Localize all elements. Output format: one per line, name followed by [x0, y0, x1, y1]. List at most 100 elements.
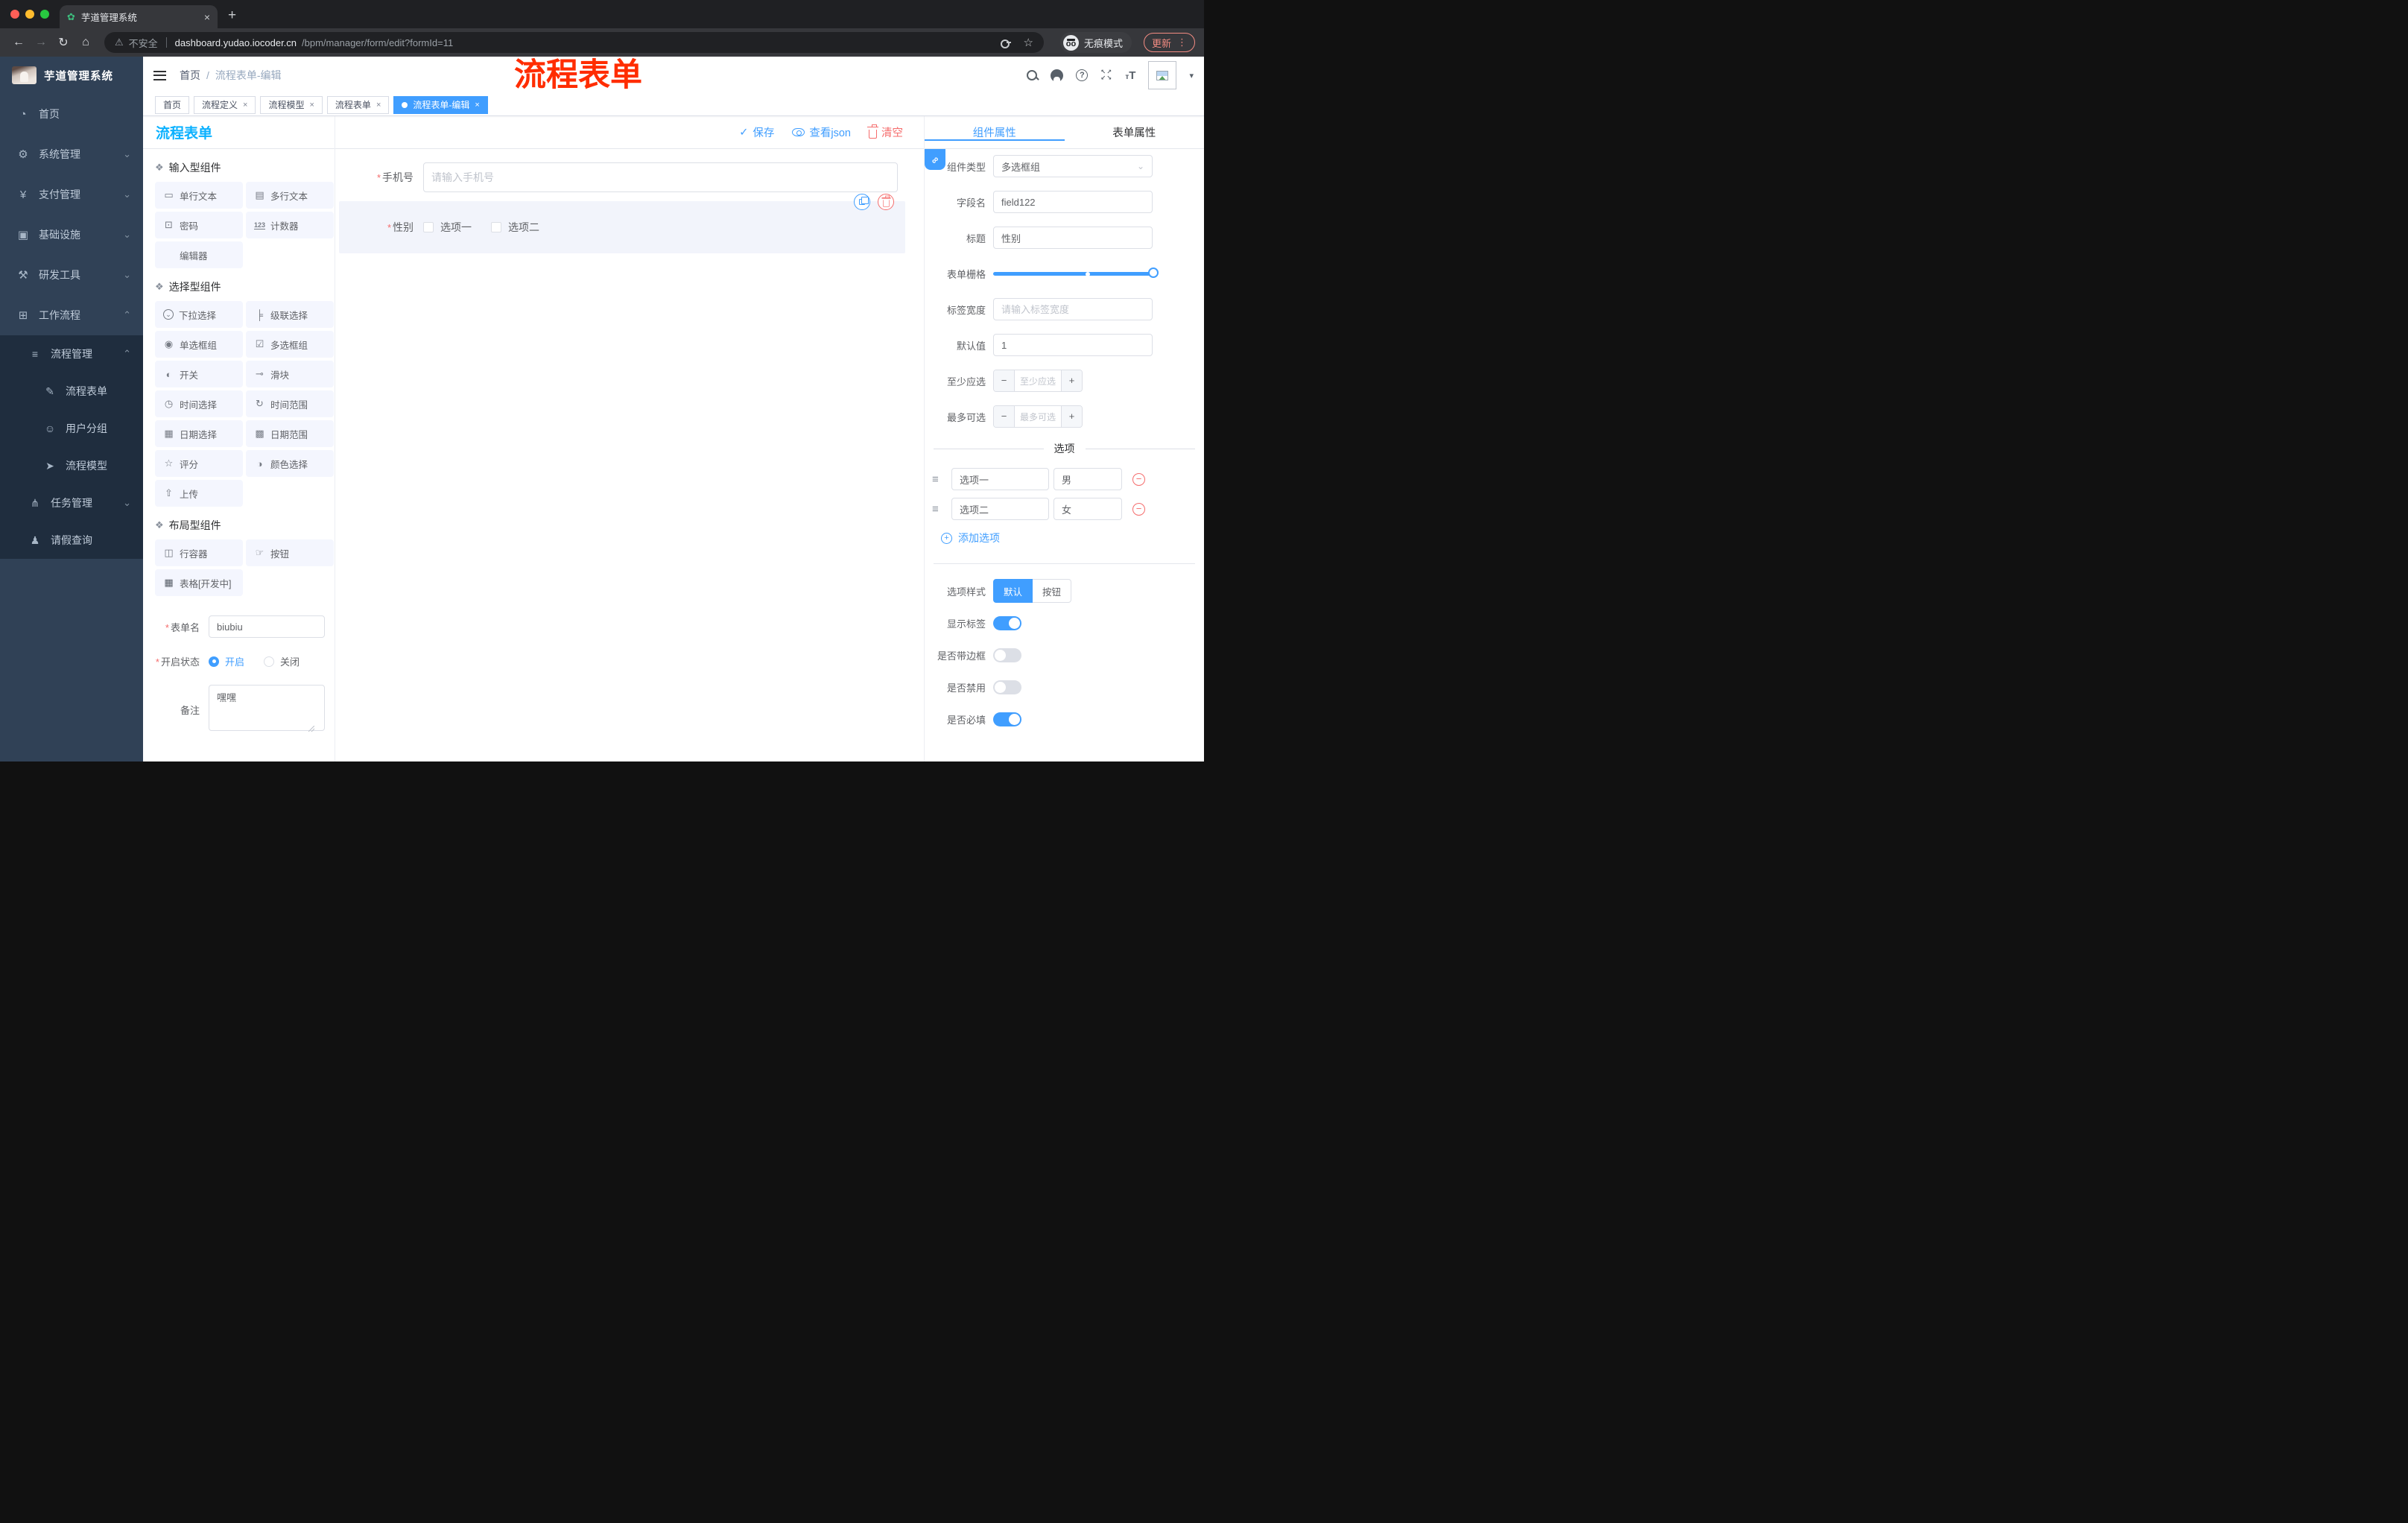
plus-button[interactable]: +: [1061, 406, 1082, 427]
back-icon[interactable]: ←: [9, 36, 28, 49]
browser-menu-icon[interactable]: ⋮: [1177, 37, 1187, 48]
component-chip-multi-text[interactable]: ▤ 多行文本: [246, 182, 334, 209]
remove-option-icon[interactable]: −: [1132, 472, 1145, 486]
sidebar-item-process-model[interactable]: ➤ 流程模型: [0, 447, 143, 484]
reload-icon[interactable]: ↻: [54, 35, 73, 50]
component-chip-time-range[interactable]: ↻ 时间范围: [246, 390, 334, 417]
hamburger-icon[interactable]: [153, 70, 166, 80]
component-chip-switch[interactable]: ◐ 开关: [155, 361, 243, 387]
checkbox-option-2[interactable]: 选项二: [491, 220, 539, 235]
zoom-window-button[interactable]: [40, 10, 49, 19]
component-chip-color-picker[interactable]: ◑ 颜色选择: [246, 450, 334, 477]
grid-slider[interactable]: [993, 262, 1159, 285]
view-tab-process-definition[interactable]: 流程定义 ×: [194, 95, 256, 114]
radio-off-label[interactable]: 关闭: [280, 654, 300, 668]
breadcrumb-home[interactable]: 首页: [180, 68, 200, 83]
sidebar-item-payment[interactable]: ¥ 支付管理 ⌄: [0, 174, 143, 215]
default-value-input[interactable]: [993, 334, 1153, 356]
component-chip-button[interactable]: ☞ 按钮: [246, 539, 334, 566]
logo[interactable]: 芋道管理系统: [0, 57, 143, 94]
component-chip-rate[interactable]: ☆ 评分: [155, 450, 243, 477]
new-tab-button[interactable]: +: [228, 7, 236, 24]
option-2-label-input[interactable]: [951, 498, 1049, 520]
component-chip-upload[interactable]: ⇧ 上传: [155, 480, 243, 507]
phone-field-row[interactable]: * 手机号: [339, 162, 924, 192]
checkbox-icon[interactable]: [491, 222, 501, 232]
view-tab-process-form-edit[interactable]: 流程表单-编辑 ×: [393, 95, 488, 114]
component-chip-table[interactable]: ▦ 表格[开发中]: [155, 569, 243, 596]
bookmark-star-icon[interactable]: ☆: [1024, 36, 1033, 49]
label-width-input[interactable]: [993, 298, 1153, 320]
form-name-input[interactable]: [209, 615, 325, 638]
view-tab-process-form[interactable]: 流程表单 ×: [326, 95, 390, 114]
forward-icon[interactable]: →: [31, 36, 51, 49]
tab-form-props[interactable]: 表单属性: [1065, 124, 1205, 140]
component-chip-single-text[interactable]: ▭ 单行文本: [155, 182, 243, 209]
security-label[interactable]: 不安全: [129, 36, 158, 50]
sidebar-item-home[interactable]: ◔ 首页: [0, 94, 143, 134]
close-icon[interactable]: ×: [309, 101, 314, 110]
view-json-button[interactable]: 查看json: [792, 124, 851, 140]
add-option-button[interactable]: + 添加选项: [925, 531, 1204, 545]
github-icon[interactable]: [1051, 69, 1064, 82]
avatar[interactable]: [1148, 61, 1177, 89]
font-size-icon[interactable]: тT: [1125, 69, 1135, 82]
component-chip-date-picker[interactable]: ▦ 日期选择: [155, 420, 243, 447]
component-chip-row-container[interactable]: ◫ 行容器: [155, 539, 243, 566]
delete-component-button[interactable]: [878, 194, 894, 210]
view-tab-home[interactable]: 首页: [155, 95, 190, 114]
option-2-value-input[interactable]: [1054, 498, 1122, 520]
form-remark-textarea[interactable]: 嘿嘿: [209, 685, 325, 731]
link-badge[interactable]: ∞: [925, 149, 945, 170]
sidebar-item-leave-query[interactable]: ♟ 请假查询: [0, 522, 143, 559]
tab-component-props[interactable]: 组件属性: [925, 124, 1065, 140]
style-button-button[interactable]: 按钮: [1033, 579, 1072, 603]
remove-option-icon[interactable]: −: [1132, 502, 1145, 516]
phone-input[interactable]: [423, 162, 898, 192]
style-default-button[interactable]: 默认: [993, 579, 1033, 603]
component-chip-cascader[interactable]: ╞ 级联选择: [246, 301, 334, 328]
sidebar-item-devtools[interactable]: ⚒ 研发工具 ⌄: [0, 255, 143, 295]
close-icon[interactable]: ×: [243, 101, 247, 110]
sidebar-item-process-form[interactable]: ✎ 流程表单: [0, 373, 143, 410]
fullscreen-icon[interactable]: ↖ ↗ ↙ ↘: [1100, 69, 1112, 81]
radio-off[interactable]: [264, 656, 275, 667]
sidebar-item-workflow[interactable]: ⊞ 工作流程 ⌃: [0, 295, 143, 335]
minimize-window-button[interactable]: [25, 10, 34, 19]
sidebar-item-infra[interactable]: ▣ 基础设施 ⌄: [0, 215, 143, 255]
drag-handle-icon[interactable]: ≡: [932, 503, 947, 516]
show-label-toggle[interactable]: [993, 616, 1021, 630]
plus-button[interactable]: +: [1061, 370, 1082, 391]
sidebar-item-system[interactable]: ⚙ 系统管理 ⌄: [0, 134, 143, 174]
tab-close-icon[interactable]: ×: [204, 11, 210, 23]
browser-tab[interactable]: ✿ 芋道管理系统 ×: [60, 5, 218, 28]
avatar-caret-icon[interactable]: ▾: [1189, 71, 1194, 80]
sidebar-item-task-mgmt[interactable]: ⋔ 任务管理 ⌄: [0, 484, 143, 522]
close-window-button[interactable]: [10, 10, 19, 19]
radio-on[interactable]: [209, 656, 219, 667]
home-icon[interactable]: ⌂: [76, 36, 95, 49]
url-bar[interactable]: ⚠ 不安全 dashboard.yudao.iocoder.cn/bpm/man…: [104, 32, 1044, 53]
max-select-value[interactable]: 最多可选: [1015, 406, 1061, 427]
min-select-value[interactable]: 至少应选: [1015, 370, 1061, 391]
checkbox-option-1[interactable]: 选项一: [423, 220, 472, 235]
search-icon[interactable]: [1027, 69, 1038, 81]
option-1-value-input[interactable]: [1054, 468, 1122, 490]
clear-button[interactable]: 清空: [866, 124, 903, 140]
option-1-label-input[interactable]: [951, 468, 1049, 490]
resize-grip-icon[interactable]: [308, 726, 314, 732]
component-chip-counter[interactable]: 123 计数器: [246, 212, 334, 238]
disabled-toggle[interactable]: [993, 680, 1021, 694]
border-toggle[interactable]: [993, 648, 1021, 662]
checkbox-icon[interactable]: [423, 222, 434, 232]
slider-handle[interactable]: [1148, 267, 1159, 278]
component-chip-slider[interactable]: ⊸ 滑块: [246, 361, 334, 387]
close-icon[interactable]: ×: [475, 101, 479, 110]
component-chip-password[interactable]: ⊡ 密码: [155, 212, 243, 238]
required-toggle[interactable]: [993, 712, 1021, 726]
component-chip-editor[interactable]: 编辑器: [155, 241, 243, 268]
component-type-select[interactable]: 多选框组 ⌄: [993, 155, 1153, 177]
minus-button[interactable]: −: [994, 370, 1015, 391]
component-chip-checkbox-group[interactable]: ☑ 多选框组: [246, 331, 334, 358]
window-controls[interactable]: [10, 10, 49, 19]
